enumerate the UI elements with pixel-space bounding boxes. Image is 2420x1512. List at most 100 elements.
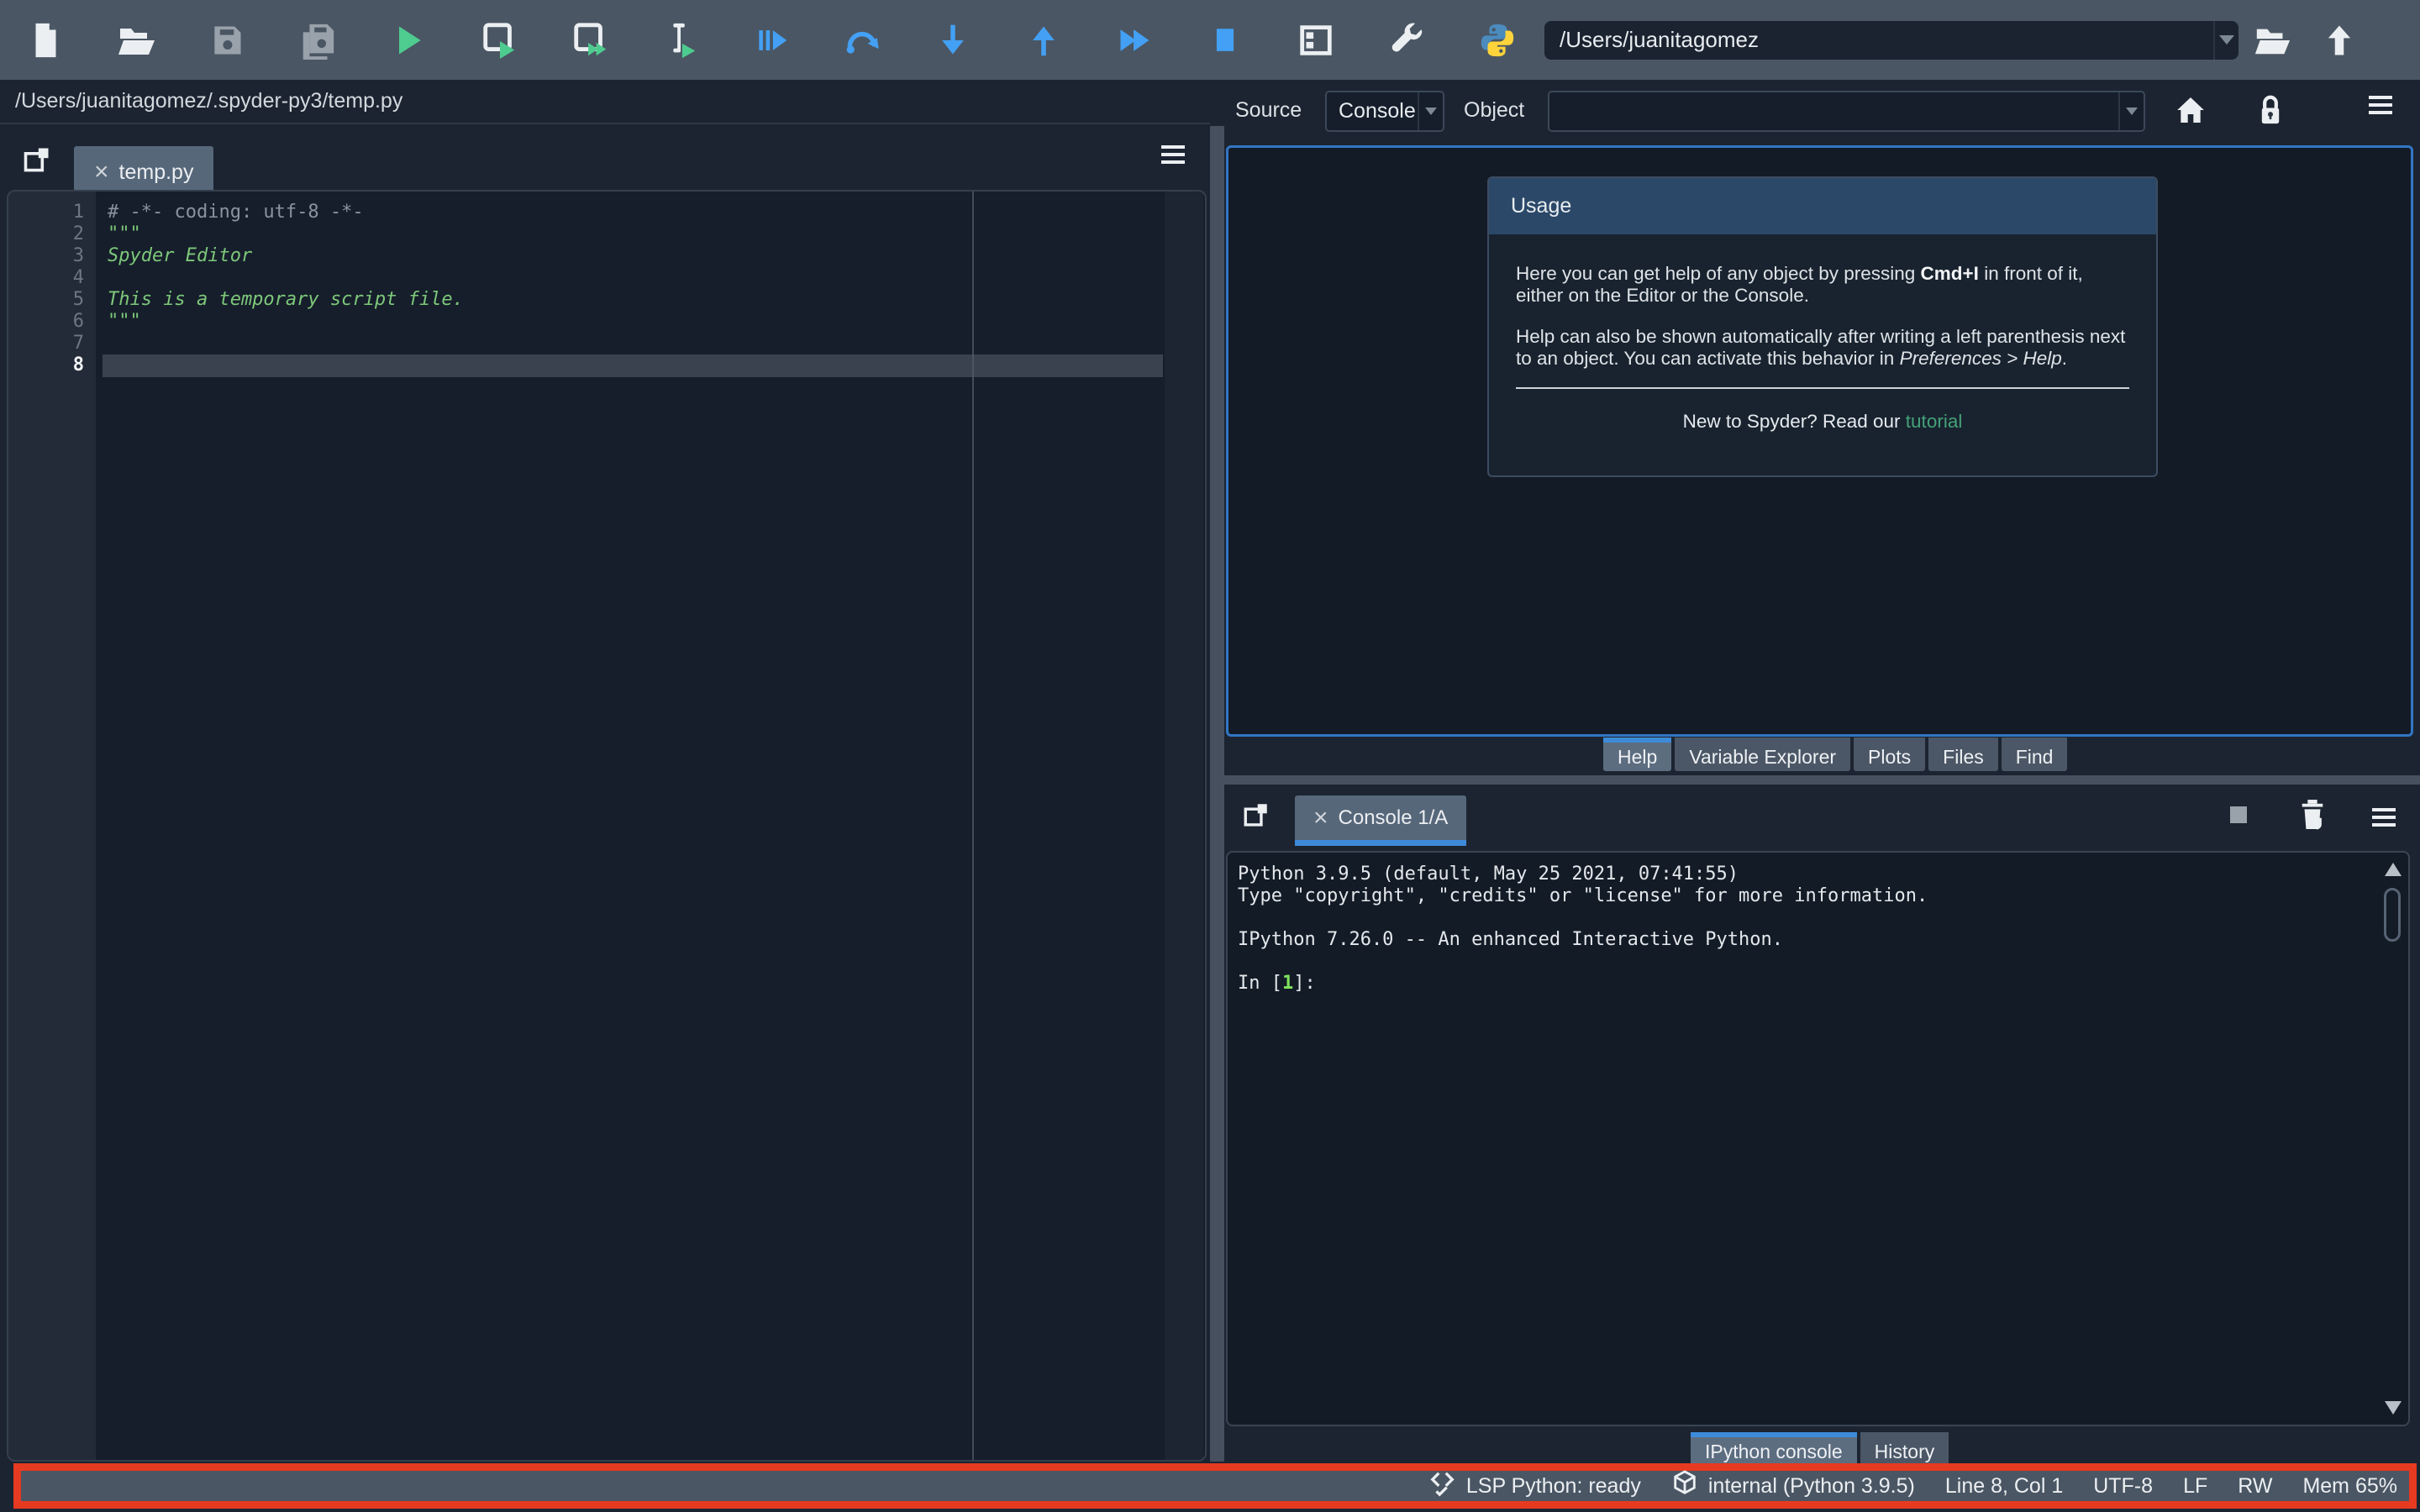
working-directory-input[interactable] [1544,20,2213,60]
browse-directory-button[interactable] [2238,0,2306,80]
editor-scrollbar-area[interactable] [1165,192,1203,1460]
source-dropdown[interactable] [1418,92,1443,130]
parent-directory-button[interactable] [2306,0,2373,80]
main-toolbar [0,0,2420,80]
line-number: 5 [72,289,84,310]
lock-button[interactable] [2256,93,2285,129]
encoding-status[interactable]: UTF-8 [2093,1474,2153,1499]
working-directory-dropdown[interactable] [2213,20,2238,60]
object-dropdown[interactable] [2118,92,2144,130]
code-area[interactable]: # -*- coding: utf-8 -*- """ Spyder Edito… [108,202,1155,376]
tab-find[interactable]: Find [2001,738,2068,771]
line-number: 3 [72,245,84,266]
editor-options-button[interactable] [1160,143,1186,169]
line-number: 6 [72,311,84,332]
close-icon[interactable]: × [94,160,109,185]
eol-status[interactable]: LF [2183,1474,2207,1499]
chevron-down-icon [2219,35,2234,45]
permissions-status[interactable]: RW [2238,1474,2272,1499]
save-button[interactable] [182,0,272,80]
scrollbar-thumb[interactable] [2384,888,2401,942]
save-icon [208,22,245,59]
line-number: 7 [72,333,84,354]
maximize-pane-button[interactable] [1270,0,1361,80]
stop-button[interactable] [1180,0,1270,80]
usage-footer: New to Spyder? Read our tutorial [1516,411,2129,433]
run-selection-icon [661,21,700,60]
console-options-button[interactable] [2370,806,2397,832]
vertical-splitter[interactable] [1210,126,1224,1462]
editor-browse-tabs-button[interactable] [22,144,52,177]
tab-history[interactable]: History [1860,1432,1949,1466]
run-cell-icon [480,21,518,60]
new-file-button[interactable] [0,0,91,80]
tutorial-link[interactable]: tutorial [1906,411,1963,432]
code-editor[interactable]: 1 2 3 4 5 6 7 8 # -*- coding: utf-8 -*- … [7,190,1207,1462]
editor-filepath: /Users/juanitagomez/.spyder-py3/temp.py [15,89,403,113]
tab-plots[interactable]: Plots [1854,738,1926,771]
code-line: This is a temporary script file. [108,289,464,310]
working-directory-combobox[interactable] [1544,20,2238,60]
console-prompt[interactable]: In [1]: [1238,973,2366,995]
help-pane: Usage Here you can get help of any objec… [1226,145,2413,737]
trash-icon [2298,800,2327,833]
interpreter-status[interactable]: internal (Python 3.9.5) [1671,1469,1915,1504]
source-combobox[interactable]: Console [1325,91,1444,132]
run-file-button[interactable] [363,0,454,80]
scroll-up-icon[interactable] [2385,863,2402,876]
stop-icon [1207,22,1244,59]
usage-title: Usage [1489,178,2156,234]
python-logo-icon [1478,21,1517,60]
line-number: 2 [72,223,84,244]
open-file-button[interactable] [91,0,182,80]
save-all-button[interactable] [272,0,363,80]
tab-variable-explorer[interactable]: Variable Explorer [1675,738,1851,771]
console-tab-row: IPython console History [1691,1432,1949,1466]
step-out-button[interactable] [998,0,1089,80]
ipython-console[interactable]: Python 3.9.5 (default, May 25 2021, 07:4… [1226,851,2410,1426]
lsp-status[interactable]: LSP Python: ready [1429,1469,1641,1504]
console-scrollbar[interactable] [2378,853,2407,1425]
hamburger-menu-icon [1160,145,1186,169]
console-browse-tabs-button[interactable] [1242,801,1270,832]
divider [1516,387,2129,389]
run-cell-advance-button[interactable] [544,0,635,80]
interrupt-kernel-button[interactable] [2229,806,2248,827]
line-number: 1 [72,202,84,223]
scroll-down-icon[interactable] [2385,1401,2402,1415]
usage-text: . [2061,347,2068,369]
console-tab[interactable]: × Console 1/A [1295,795,1467,846]
run-selection-button[interactable] [635,0,726,80]
tab-ipython-console[interactable]: IPython console [1691,1432,1857,1466]
step-over-button[interactable] [817,0,908,80]
folder-icon [2253,21,2291,60]
tab-files[interactable]: Files [1928,738,1998,771]
run-cell-button[interactable] [454,0,544,80]
home-button[interactable] [2174,93,2207,129]
tab-help[interactable]: Help [1603,738,1672,771]
usage-pref-path: Preferences > Help [1899,347,2062,369]
interpreter-status-text: internal (Python 3.9.5) [1707,1473,1915,1498]
close-icon[interactable]: × [1313,805,1328,831]
memory-text: Mem 65% [2302,1473,2397,1498]
remove-console-button[interactable] [2298,799,2327,833]
step-into-icon [934,22,971,59]
encoding-text: UTF-8 [2093,1473,2154,1498]
console-tabbar: × Console 1/A [1224,794,2420,851]
chevron-down-icon [2126,108,2138,115]
prompt-text: ]: [1293,973,1316,994]
continue-button[interactable] [1089,0,1180,80]
help-header: Source Console Object [1224,80,2420,144]
memory-status[interactable]: Mem 65% [2302,1474,2397,1499]
cursor-position[interactable]: Line 8, Col 1 [1945,1474,2063,1499]
tools-button[interactable] [1361,0,1452,80]
object-combobox[interactable] [1548,91,2145,132]
debug-button[interactable] [726,0,817,80]
help-options-button[interactable] [2367,93,2394,119]
step-into-button[interactable] [908,0,998,80]
step-over-icon [844,22,881,59]
python-env-button[interactable] [1452,0,1543,80]
